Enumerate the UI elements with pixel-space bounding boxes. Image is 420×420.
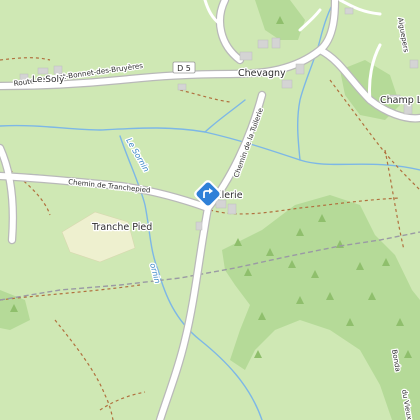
place-label-chevagny: Chevagny [238,68,286,79]
map-canvas[interactable]: D 5 Route de Saint-Bonnet-des-Bruyères C… [0,0,420,420]
place-label-tranche-pied: Tranche Pied [91,222,152,233]
svg-text:D 5: D 5 [177,64,191,73]
place-label-champ: Champ L [380,95,420,106]
place-label-le-soly: Le Soly [32,75,65,85]
road-label-d5: D 5 [172,61,196,74]
